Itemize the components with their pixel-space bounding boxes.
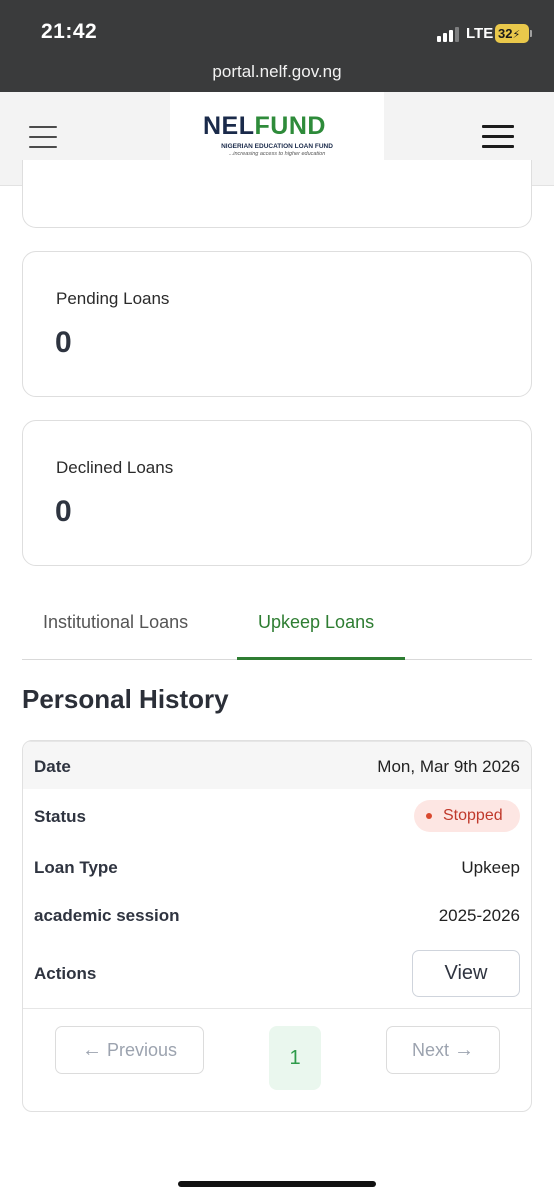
table-row: Loan Type Upkeep [23,841,531,891]
card-label: Declined Loans [56,458,174,477]
academic-session-value: 2025-2026 [438,906,520,925]
status-text: Stopped [443,807,503,824]
tab-institutional-loans[interactable]: Institutional Loans [43,612,188,633]
next-label: Next [411,1040,449,1060]
logo-tagline: ...increasing access to higher education [228,151,326,157]
menu-icon[interactable] [482,125,514,149]
date-label: Date [34,757,71,776]
clock-time: 21:42 [41,20,98,43]
page-number-button[interactable]: 1 [269,1026,321,1090]
loan-tabs: Institutional Loans Upkeep Loans [22,600,532,660]
logo-subtitle: NIGERIAN EDUCATION LOAN FUND [221,143,333,150]
card-value: 0 [55,495,72,528]
table-row: academic session 2025-2026 [23,891,531,939]
home-indicator[interactable] [178,1181,376,1187]
academic-session-label: academic session [34,906,180,925]
active-tab-indicator [237,657,405,660]
status-badge: Stopped [414,800,520,832]
card-label: Pending Loans [56,289,170,308]
battery-level: 32 [498,26,513,41]
previous-label: Previous [106,1040,178,1060]
declined-loans-card: Declined Loans 0 [22,420,532,566]
sidebar-toggle-icon[interactable] [29,126,57,148]
battery-icon: 32⚡ [495,24,529,43]
arrow-left-icon: ← [81,1039,102,1061]
previous-page-button[interactable]: ← Previous [55,1026,204,1074]
section-title: Personal History [22,684,229,714]
arrow-right-icon: → [454,1039,475,1061]
pending-loans-card: Pending Loans 0 [22,251,532,397]
table-row: Actions View [23,939,531,1009]
tab-upkeep-loans[interactable]: Upkeep Loans [258,612,374,633]
history-table: Date Mon, Mar 9th 2026 Status Stopped Lo… [22,740,532,1112]
pagination: ← Previous 1 Next → [23,1009,531,1111]
browser-url[interactable]: portal.nelf.gov.ng [0,62,554,82]
next-page-button[interactable]: Next → [386,1026,500,1074]
table-row: Date Mon, Mar 9th 2026 [23,741,531,789]
date-value: Mon, Mar 9th 2026 [377,757,520,776]
view-button[interactable]: View [412,950,520,997]
summary-card-partial [22,160,532,228]
table-row: Status Stopped [23,789,531,841]
network-type: LTE [466,25,494,42]
actions-label: Actions [34,964,97,983]
status-label: Status [34,807,86,826]
status-dot-icon [426,813,432,819]
loan-type-label: Loan Type [34,858,118,877]
loan-type-value: Upkeep [461,858,520,877]
signal-strength-icon [437,26,461,42]
status-bar: 21:42 LTE 32⚡ portal.nelf.gov.ng [0,0,554,92]
card-value: 0 [55,326,72,359]
